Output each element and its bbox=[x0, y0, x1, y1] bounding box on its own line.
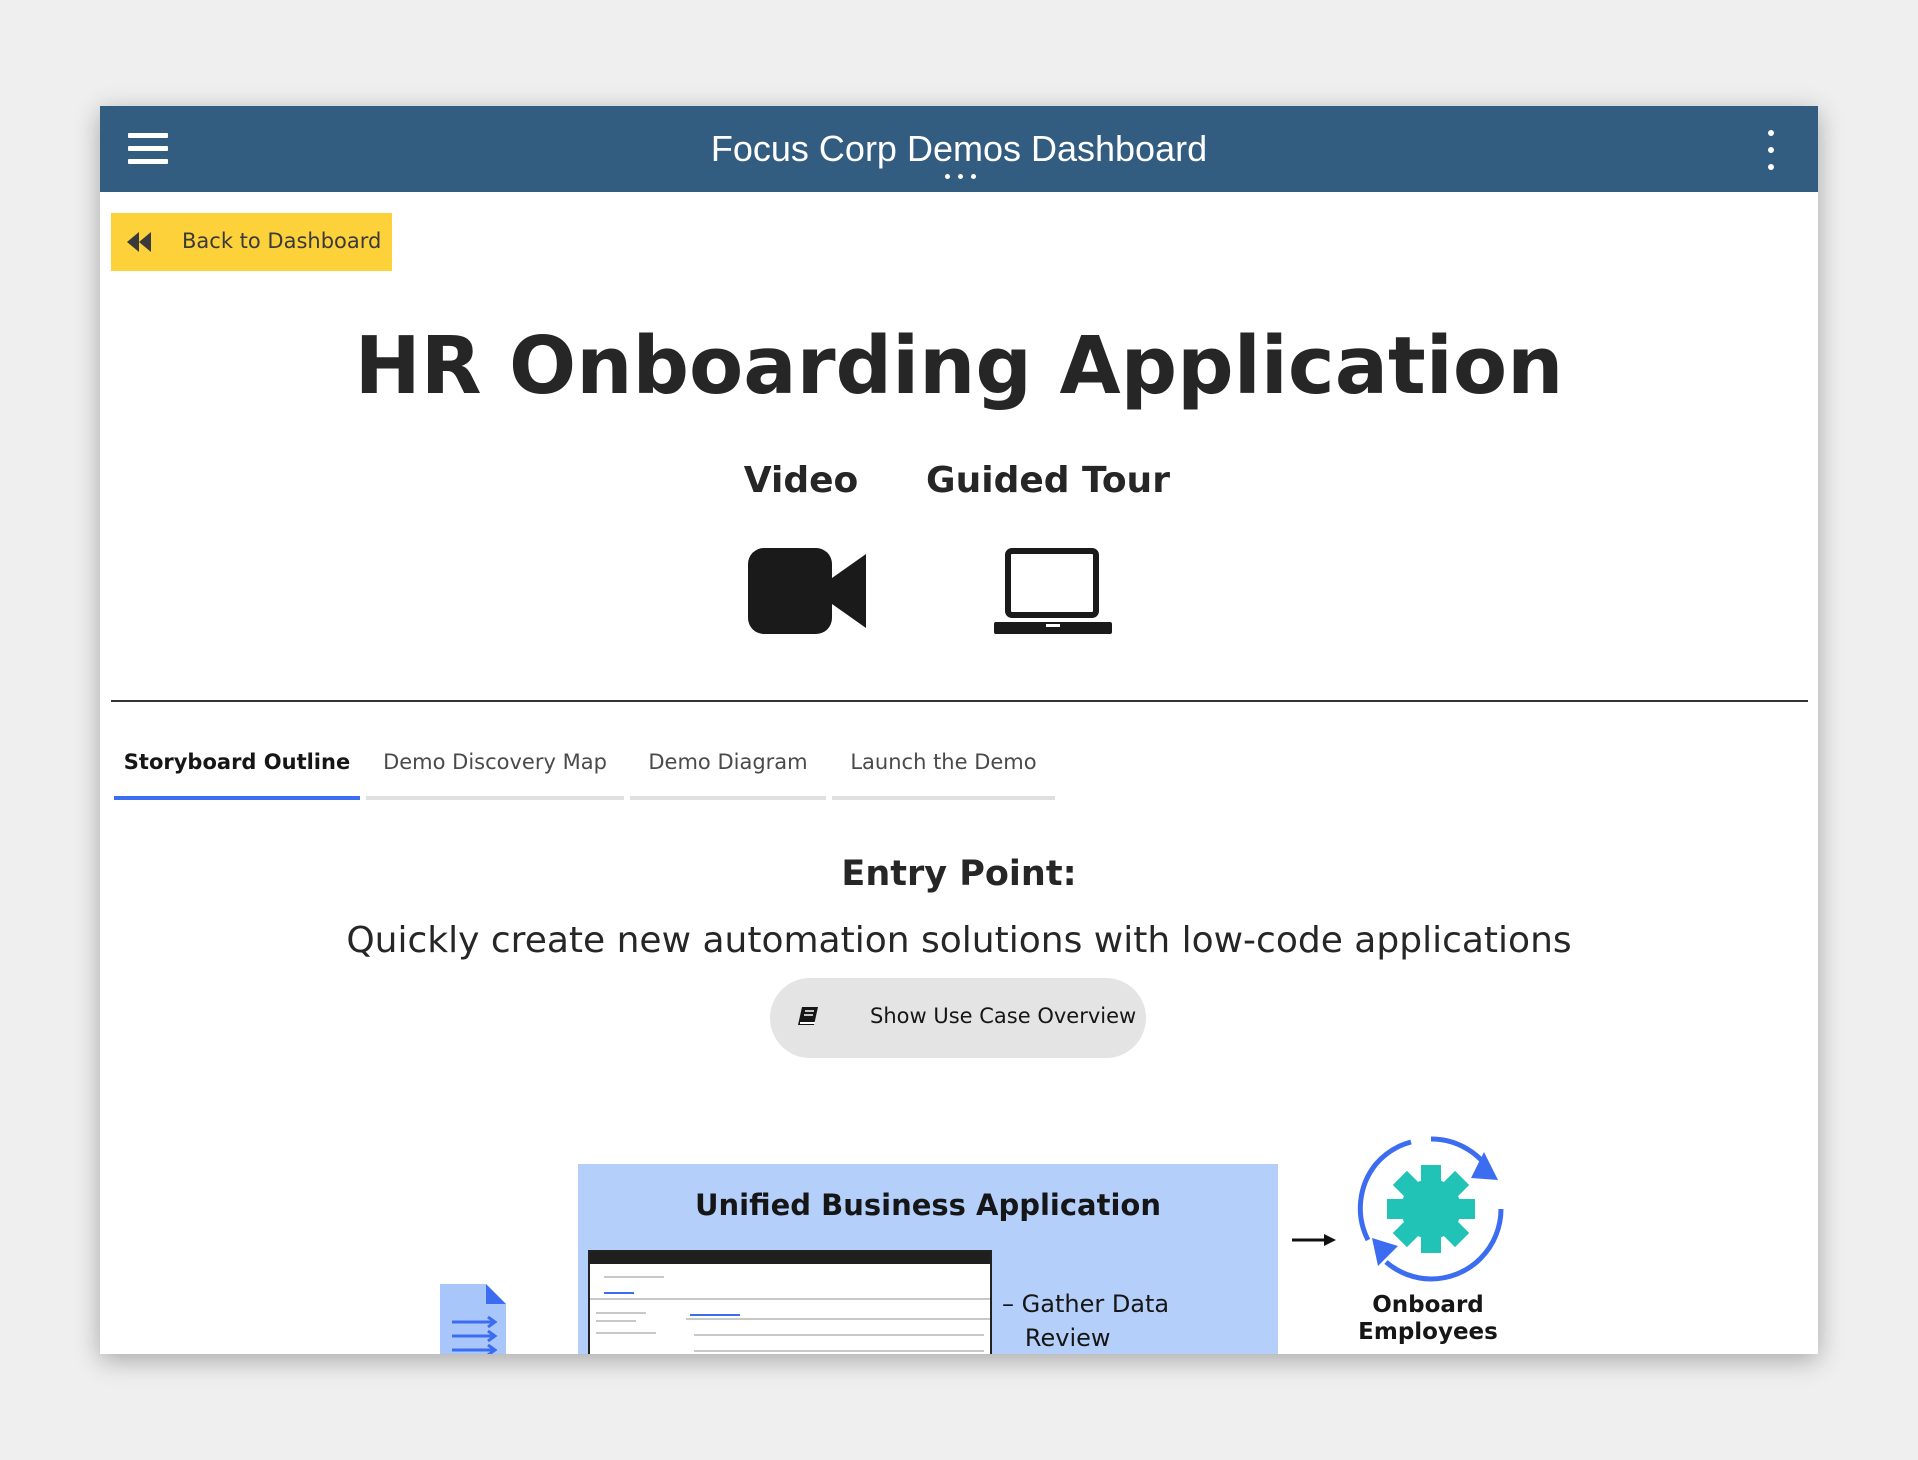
tab-demo-diagram[interactable]: Demo Diagram bbox=[630, 750, 826, 800]
application-screenshot-thumbnail bbox=[588, 1250, 992, 1354]
onboard-employees-label: Onboard Employees bbox=[1358, 1292, 1498, 1345]
section-divider bbox=[111, 700, 1808, 702]
video-label: Video bbox=[743, 460, 859, 501]
video-camera-icon[interactable] bbox=[748, 548, 868, 634]
back-to-dashboard-button[interactable]: Back to Dashboard bbox=[111, 213, 392, 271]
page-title: HR Onboarding Application bbox=[354, 320, 1564, 412]
entry-point-title: Entry Point: bbox=[841, 854, 1077, 894]
bullet-gather-data: – Gather Data bbox=[1002, 1290, 1170, 1318]
top-bar: Focus Corp Demos Dashboard bbox=[100, 106, 1818, 192]
tab-storyboard-outline[interactable]: Storyboard Outline bbox=[114, 750, 360, 800]
tab-demo-discovery-map[interactable]: Demo Discovery Map bbox=[366, 750, 624, 800]
right-arrow-icon bbox=[1292, 1234, 1336, 1246]
entry-point-subtitle: Quickly create new automation solutions … bbox=[346, 920, 1572, 961]
back-button-label: Back to Dashboard bbox=[182, 229, 382, 253]
document-icon bbox=[440, 1284, 506, 1354]
bullet-review-text: Review bbox=[1024, 1324, 1111, 1352]
show-use-case-overview-button[interactable]: Show Use Case Overview bbox=[770, 978, 1146, 1058]
bullet-gather-data-text: Gather Data bbox=[1021, 1290, 1170, 1318]
use-case-button-label: Show Use Case Overview bbox=[870, 1004, 1137, 1028]
title-dots bbox=[944, 174, 978, 182]
unified-business-application-panel: Unified Business Application – Gather Da… bbox=[578, 1164, 1278, 1354]
tab-launch-the-demo[interactable]: Launch the Demo bbox=[832, 750, 1055, 800]
book-icon bbox=[798, 1007, 818, 1025]
laptop-icon[interactable] bbox=[994, 548, 1112, 636]
gear-cycle-icon bbox=[1357, 1136, 1504, 1282]
guided-tour-label: Guided Tour bbox=[926, 460, 1170, 501]
bullet-review: Review bbox=[1002, 1324, 1111, 1352]
app-window: Focus Corp Demos Dashboard Back to Dashb… bbox=[100, 106, 1818, 1354]
diagram-panel-title: Unified Business Application bbox=[694, 1188, 1161, 1222]
app-title: Focus Corp Demos Dashboard bbox=[710, 128, 1208, 169]
vertical-ellipsis-icon[interactable] bbox=[1764, 130, 1778, 170]
double-chevron-left-icon bbox=[127, 232, 151, 252]
